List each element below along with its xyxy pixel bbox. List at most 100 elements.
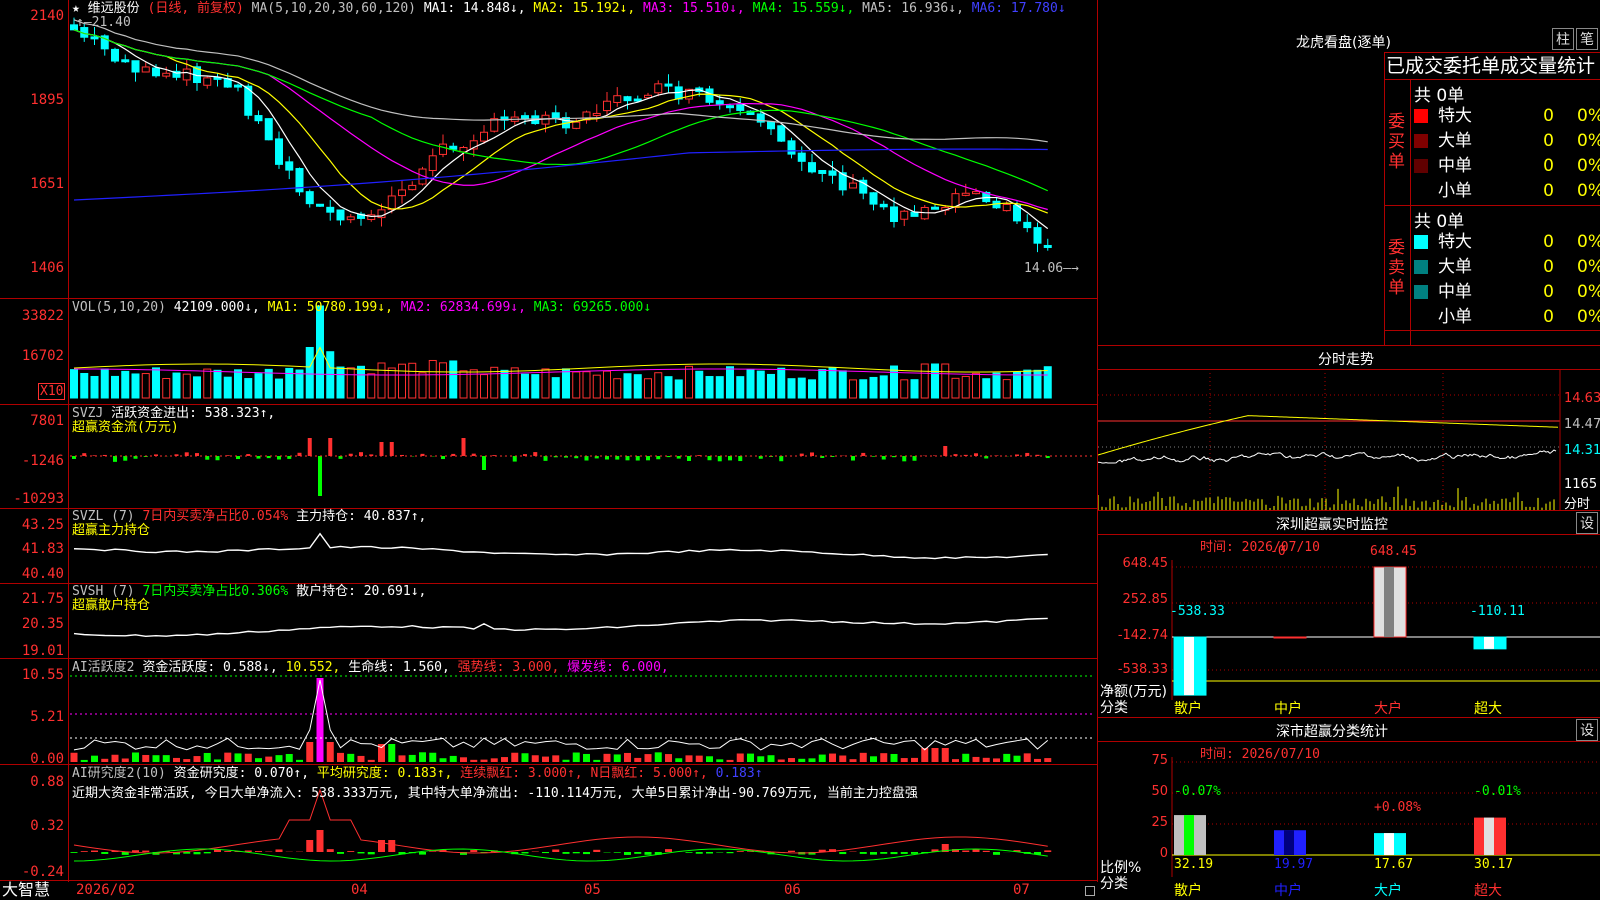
candle-body: [736, 104, 745, 111]
research-bar: [962, 850, 970, 852]
research-bar: [665, 849, 672, 852]
order-count: 0: [1543, 282, 1554, 302]
activity-bar: [244, 753, 252, 762]
research-bar: [429, 851, 437, 852]
x-axis-label: 06: [784, 882, 801, 898]
volume-bar: [654, 372, 663, 399]
volume-bar: [941, 363, 950, 399]
volume-bar: [141, 373, 150, 399]
svzj-name[interactable]: SVZJ: [72, 406, 103, 421]
volume-bar: [644, 378, 652, 399]
monitor-category[interactable]: 大户: [1374, 698, 1402, 718]
volume-bar: [838, 370, 847, 399]
fund-flow-bar: [215, 456, 220, 461]
activity-bar: [173, 757, 180, 762]
ai-activity-header: AI活跃度2 资金活跃度: 0.588↓, 10.552, 生命线: 1.560…: [72, 661, 669, 675]
candle-body: [387, 195, 396, 210]
order-type: 中单: [1438, 282, 1472, 302]
order-row: 大单 0 0%: [1414, 130, 1600, 152]
volume-bar: [531, 374, 540, 399]
bar-mode-button[interactable]: 柱: [1552, 28, 1574, 50]
activity-bar: [460, 757, 467, 762]
fund-flow-bar: [461, 438, 466, 456]
kline-chart-area[interactable]: ★ 维远股份 (日线, 前复权) MA(5,10,20,30,60,120) M…: [0, 0, 1098, 899]
research-bar: [695, 852, 703, 854]
research-bar: [470, 850, 478, 852]
volume-bar: [398, 363, 406, 399]
panel-divider: [0, 404, 1098, 405]
classify-category[interactable]: 超大: [1474, 880, 1502, 900]
candle-body: [931, 206, 939, 210]
intraday-price-label: 14.31: [1564, 443, 1600, 458]
activity-bar: [1034, 758, 1041, 762]
activity-bar: [726, 759, 734, 762]
activity-bar: [183, 759, 191, 762]
svzj-header: SVZJ 活跃资金进出: 538.323↑,: [72, 407, 275, 421]
intraday-chart[interactable]: [1098, 345, 1600, 510]
ma5-value: MA5: 16.936↓,: [862, 1, 964, 16]
classify-bar-chart[interactable]: [1098, 717, 1600, 900]
order-row: 中单 0 0%: [1414, 155, 1600, 177]
fund-flow-bar: [912, 456, 917, 461]
candle-body: [203, 77, 212, 86]
activity-bar: [480, 759, 488, 762]
candle-body: [490, 118, 499, 132]
intraday-panel[interactable]: 分时走势 14.63 14.47 14.31 1165 分时: [1098, 345, 1600, 512]
activity-bar: [398, 755, 406, 762]
volume-bar: [100, 368, 109, 399]
brand-logo[interactable]: 大智慧: [2, 880, 50, 900]
monitor-category[interactable]: 中户: [1274, 698, 1302, 718]
volume-bar: [367, 373, 376, 399]
volume-bar: [674, 379, 683, 399]
activity-bar: [808, 758, 816, 762]
activity-bar: [829, 753, 836, 762]
classify-category[interactable]: 中户: [1274, 880, 1302, 900]
classify-category[interactable]: 大户: [1374, 880, 1402, 900]
research-bar: [634, 852, 642, 854]
classify-value: 17.67: [1374, 857, 1414, 872]
chart-canvas[interactable]: [0, 0, 1098, 882]
volume-bar: [931, 363, 939, 399]
panel-divider: [0, 880, 1098, 881]
activity-bar: [265, 756, 273, 762]
research-bar: [788, 850, 795, 852]
research-bar: [859, 852, 867, 854]
fund-flow-bar: [625, 456, 630, 461]
volume-bar: [890, 365, 898, 399]
chart-mode[interactable]: (日线, 前复权): [148, 1, 244, 16]
intraday-price-label: 14.47: [1564, 417, 1600, 432]
monitor-category[interactable]: 超大: [1474, 698, 1502, 718]
stock-name[interactable]: 维远股份: [88, 1, 140, 16]
activity-bar: [531, 755, 539, 762]
candle-body: [572, 121, 581, 129]
order-row: 小单 0 0%: [1414, 180, 1600, 202]
activity-bar: [767, 755, 775, 762]
ai1-name[interactable]: AI活跃度2: [72, 660, 134, 675]
research-bar: [203, 852, 211, 854]
volume-bar: [603, 370, 611, 399]
classify-category[interactable]: 散户: [1174, 880, 1202, 900]
lock-icon[interactable]: [1085, 886, 1095, 896]
svsh-name[interactable]: SVSH (7): [72, 584, 135, 599]
activity-bar: [419, 752, 426, 762]
dragon-subtitle: 已成交委托单成交量统计: [1386, 55, 1596, 77]
vol-axis-label: 33822: [21, 308, 64, 324]
candle-body: [305, 191, 314, 205]
activity-bar: [654, 752, 662, 762]
candle-body: [316, 203, 324, 207]
activity-bar: [101, 758, 109, 762]
ma-params[interactable]: MA(5,10,20,30,60,120): [252, 1, 416, 16]
candle-body: [182, 68, 191, 81]
ma2-value: MA2: 15.192↓,: [533, 1, 636, 16]
color-swatch: [1414, 260, 1428, 274]
vol-params[interactable]: VOL(5,10,20): [72, 300, 166, 315]
tick-mode-button[interactable]: 笔: [1576, 28, 1598, 50]
research-bar: [993, 852, 1000, 855]
research-bar: [367, 852, 375, 855]
research-bar: [121, 852, 129, 855]
svzl-name[interactable]: SVZL (7): [72, 509, 135, 524]
monitor-category[interactable]: 散户: [1174, 698, 1202, 718]
ai2-name[interactable]: AI研究度2(10): [72, 766, 166, 781]
candle-body: [828, 170, 837, 176]
candle-body: [285, 161, 294, 171]
